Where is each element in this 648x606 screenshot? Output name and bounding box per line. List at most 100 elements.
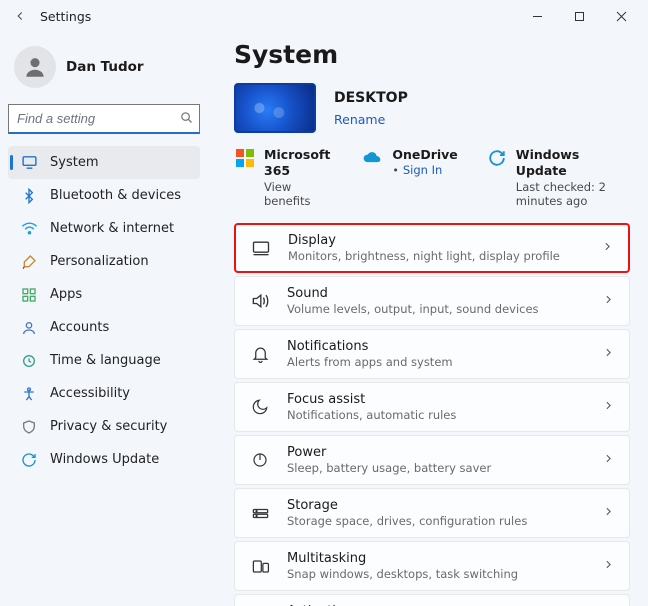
search-box[interactable]: [8, 104, 200, 134]
chevron-right-icon: [601, 240, 614, 257]
page-title: System: [234, 40, 630, 69]
main-content: System DESKTOP Rename Microsoft 365 View…: [208, 32, 648, 606]
sidebar-item-label: Bluetooth & devices: [50, 188, 181, 203]
settings-item-storage[interactable]: Storage Storage space, drives, configura…: [234, 488, 630, 538]
device-name: DESKTOP: [334, 90, 408, 106]
settings-item-power[interactable]: Power Sleep, battery usage, battery save…: [234, 435, 630, 485]
minimize-button[interactable]: [516, 2, 558, 30]
quick-onedrive[interactable]: OneDrive •Sign In: [362, 147, 457, 180]
settings-item-focus[interactable]: Focus assist Notifications, automatic ru…: [234, 382, 630, 432]
moon-icon: [249, 398, 271, 416]
card-title: Display: [288, 233, 585, 249]
maximize-button[interactable]: [558, 2, 600, 30]
settings-item-activation[interactable]: Activation Activation state, subscriptio…: [234, 594, 630, 606]
onedrive-icon: [362, 148, 382, 168]
settings-item-display[interactable]: Display Monitors, brightness, night ligh…: [234, 223, 630, 273]
window-title: Settings: [40, 9, 91, 24]
card-title: Focus assist: [287, 392, 586, 408]
card-sub: Sleep, battery usage, battery saver: [287, 461, 586, 475]
avatar: [14, 46, 56, 88]
chevron-right-icon: [602, 452, 615, 469]
search-input[interactable]: [8, 104, 200, 134]
card-title: Sound: [287, 286, 586, 302]
clock-icon: [20, 352, 38, 370]
microsoft365-icon: [236, 148, 254, 168]
sidebar: Dan Tudor System Bluetooth & devices: [0, 32, 208, 606]
settings-item-sound[interactable]: Sound Volume levels, output, input, soun…: [234, 276, 630, 326]
update-icon: [488, 148, 506, 168]
sidebar-item-accessibility[interactable]: Accessibility: [8, 377, 200, 410]
card-title: Multitasking: [287, 551, 586, 567]
apps-icon: [20, 286, 38, 304]
brush-icon: [20, 253, 38, 271]
sidebar-item-privacy[interactable]: Privacy & security: [8, 410, 200, 443]
bell-icon: [249, 345, 271, 364]
person-icon: [20, 319, 38, 337]
card-sub: Storage space, drives, configuration rul…: [287, 514, 586, 528]
back-button[interactable]: [6, 2, 34, 30]
bluetooth-icon: [20, 187, 38, 205]
quick-microsoft365[interactable]: Microsoft 365 View benefits: [236, 147, 332, 209]
wifi-icon: [20, 220, 38, 238]
sidebar-item-update[interactable]: Windows Update: [8, 443, 200, 476]
chevron-right-icon: [602, 505, 615, 522]
settings-item-notifications[interactable]: Notifications Alerts from apps and syste…: [234, 329, 630, 379]
quick-links: Microsoft 365 View benefits OneDrive •Si…: [236, 147, 630, 209]
onedrive-signin-link[interactable]: Sign In: [403, 163, 442, 177]
sidebar-item-system[interactable]: System: [8, 146, 200, 179]
sidebar-item-network[interactable]: Network & internet: [8, 212, 200, 245]
card-sub: Volume levels, output, input, sound devi…: [287, 302, 586, 316]
sidebar-item-label: Network & internet: [50, 221, 174, 236]
sidebar-item-label: Personalization: [50, 254, 149, 269]
sidebar-item-label: Accessibility: [50, 386, 130, 401]
settings-item-multitasking[interactable]: Multitasking Snap windows, desktops, tas…: [234, 541, 630, 591]
card-sub: Monitors, brightness, night light, displ…: [288, 249, 585, 263]
system-icon: [20, 154, 38, 172]
quick-title: Microsoft 365: [264, 147, 332, 180]
multitasking-icon: [249, 557, 271, 576]
sound-icon: [249, 291, 271, 311]
chevron-right-icon: [602, 399, 615, 416]
quick-sub: View benefits: [264, 180, 332, 210]
chevron-right-icon: [602, 346, 615, 363]
sidebar-item-bluetooth[interactable]: Bluetooth & devices: [8, 179, 200, 212]
storage-icon: [249, 504, 271, 523]
quick-title: OneDrive: [392, 147, 457, 163]
display-icon: [250, 238, 272, 258]
card-sub: Alerts from apps and system: [287, 355, 586, 369]
device-header: DESKTOP Rename: [234, 83, 630, 133]
sidebar-item-accounts[interactable]: Accounts: [8, 311, 200, 344]
shield-icon: [20, 418, 38, 436]
card-title: Storage: [287, 498, 586, 514]
sidebar-item-label: Privacy & security: [50, 419, 167, 434]
sidebar-item-time[interactable]: Time & language: [8, 344, 200, 377]
sidebar-item-label: Accounts: [50, 320, 109, 335]
user-profile[interactable]: Dan Tudor: [8, 38, 200, 102]
rename-link[interactable]: Rename: [334, 112, 408, 127]
user-name: Dan Tudor: [66, 59, 144, 75]
sidebar-item-label: Windows Update: [50, 452, 159, 467]
chevron-right-icon: [602, 558, 615, 575]
card-title: Notifications: [287, 339, 586, 355]
titlebar: Settings: [0, 0, 648, 32]
sidebar-nav: System Bluetooth & devices Network & int…: [8, 146, 200, 476]
accessibility-icon: [20, 385, 38, 403]
search-icon: [179, 110, 194, 129]
sidebar-item-personalization[interactable]: Personalization: [8, 245, 200, 278]
update-icon: [20, 451, 38, 469]
chevron-right-icon: [602, 293, 615, 310]
sidebar-item-apps[interactable]: Apps: [8, 278, 200, 311]
quick-windows-update[interactable]: Windows Update Last checked: 2 minutes a…: [488, 147, 630, 209]
card-title: Power: [287, 445, 586, 461]
sidebar-item-label: Apps: [50, 287, 82, 302]
quick-title: Windows Update: [516, 147, 630, 180]
card-sub: Snap windows, desktops, task switching: [287, 567, 586, 581]
settings-list: Display Monitors, brightness, night ligh…: [234, 223, 630, 606]
quick-sub: Last checked: 2 minutes ago: [516, 180, 630, 210]
sidebar-item-label: System: [50, 155, 98, 170]
power-icon: [249, 451, 271, 469]
sidebar-item-label: Time & language: [50, 353, 161, 368]
desktop-thumbnail[interactable]: [234, 83, 316, 133]
card-sub: Notifications, automatic rules: [287, 408, 586, 422]
close-button[interactable]: [600, 2, 642, 30]
